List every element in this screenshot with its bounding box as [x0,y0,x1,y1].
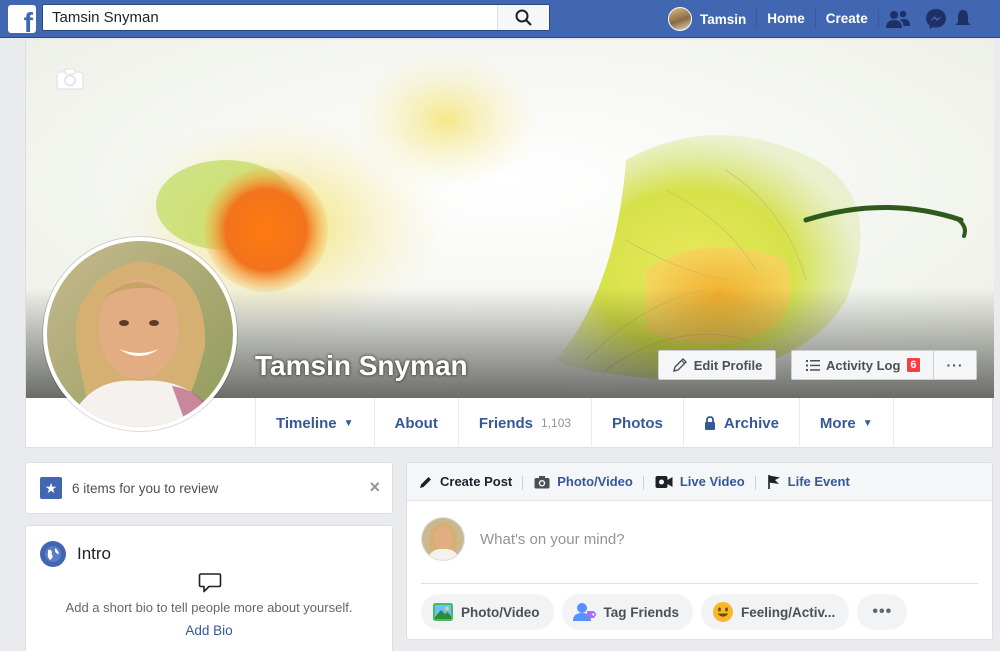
photo-video-tab-label: Photo/Video [557,474,633,489]
status-input[interactable]: What's on your mind? [421,517,625,561]
friends-count: 1,103 [541,416,572,430]
create-post-label: Create Post [440,474,513,489]
intro-title: Intro [77,544,112,563]
activity-log-group: Activity Log 6 ··· [791,350,977,380]
facebook-logo-icon[interactable]: f [8,5,36,33]
composer-tabs: Create Post Photo/Video Live Video Life … [407,463,992,501]
composer-more-button[interactable]: ••• [857,594,908,630]
speech-bubble-icon [198,572,222,599]
close-icon[interactable]: × [369,477,380,498]
chevron-down-icon: ▼ [862,417,873,429]
tab-archive-label: Archive [723,414,779,432]
nav-avatar [668,7,692,31]
pencil-icon [672,358,687,372]
post-composer: Create Post Photo/Video Live Video Life … [406,462,993,640]
nav-create-link[interactable]: Create [814,9,878,29]
tab-photos-label: Photos [612,414,663,432]
search-button[interactable] [497,5,549,30]
profile-tabs: Timeline ▼ About Friends 1,103 Photos Ar… [255,398,894,448]
activity-log-badge: 6 [906,357,921,373]
logo-letter: f [23,7,33,34]
camera-icon [534,475,550,488]
pencil-icon [420,476,431,488]
tab-timeline-label: Timeline [276,414,337,432]
live-video-tab-label: Live Video [679,474,745,489]
messenger-icon [925,9,946,29]
list-icon [806,359,820,371]
profile-picture[interactable] [43,237,237,431]
chevron-down-icon: ▼ [343,417,354,429]
friend-requests-button[interactable] [879,0,917,38]
intro-header: Intro [40,541,111,567]
nav-right-group: Tamsin Home Create [662,0,971,38]
edit-profile-label: Edit Profile [693,357,763,373]
tab-friends[interactable]: Friends 1,103 [457,398,591,448]
search-input[interactable] [43,5,498,30]
photo-video-button[interactable]: Photo/Video [421,594,554,630]
messenger-button[interactable] [917,0,955,38]
tab-about-label: About [394,414,438,432]
composer-tab-create-post[interactable]: Create Post [419,474,524,490]
tag-friends-button[interactable]: Tag Friends [561,594,694,630]
photo-icon [433,603,453,621]
profile-name[interactable]: Tamsin Snyman [255,350,468,382]
activity-log-button[interactable]: Activity Log 6 [792,351,934,379]
nav-user-link[interactable]: Tamsin [662,7,756,31]
notifications-button[interactable] [955,0,971,38]
composer-divider [421,583,978,584]
intro-description: Add a short bio to tell people more abou… [65,600,353,615]
status-placeholder: What's on your mind? [480,530,625,548]
profile-more-button[interactable]: ··· [934,357,976,373]
photo-video-action-label: Photo/Video [461,604,540,620]
composer-actions: Photo/Video Tag Friends Feeling/Activ...… [421,594,908,630]
add-bio-link[interactable]: Add Bio [26,623,392,638]
composer-tab-live-video[interactable]: Live Video [655,474,756,490]
profile-header-card: Tamsin Snyman Edit Profile Activity Log … [25,40,994,448]
tab-timeline[interactable]: Timeline ▼ [255,398,374,448]
star-icon: ★ [40,477,62,499]
intro-box: Intro Add a short bio to tell people mor… [25,525,393,651]
globe-icon [40,541,66,567]
review-items-text: 6 items for you to review [72,480,219,496]
tab-photos[interactable]: Photos [591,398,683,448]
tag-friends-label: Tag Friends [603,604,680,620]
review-items-box[interactable]: ★ 6 items for you to review × [25,462,393,514]
tab-friends-label: Friends [478,414,534,432]
update-cover-camera-icon[interactable] [56,68,84,95]
edit-profile-button[interactable]: Edit Profile [658,350,776,380]
tab-more[interactable]: More ▼ [798,398,894,448]
life-event-tab-label: Life Event [787,474,850,489]
search-bar [42,4,550,31]
video-camera-icon [655,475,673,488]
nav-home-link[interactable]: Home [756,9,815,29]
top-navigation-bar: f Tamsin Home Create [0,0,1000,38]
composer-tab-life-event[interactable]: Life Event [767,474,861,489]
profile-photo-image [47,241,233,427]
activity-log-label: Activity Log [826,357,901,373]
nav-user-name: Tamsin [700,11,747,27]
composer-avatar [421,517,465,561]
friends-icon [885,10,910,28]
composer-tab-photo-video[interactable]: Photo/Video [534,474,644,490]
tab-more-label: More [819,414,856,432]
tab-about[interactable]: About [373,398,458,448]
flag-icon [767,475,780,489]
feeling-activity-button[interactable]: Feeling/Activ... [701,594,850,630]
feeling-activity-label: Feeling/Activ... [741,604,836,620]
bell-icon [955,10,971,25]
search-icon [515,9,532,26]
smiley-icon [713,602,734,622]
tag-friends-icon [572,603,597,621]
tab-archive[interactable]: Archive [682,398,799,448]
lock-icon [704,416,715,430]
